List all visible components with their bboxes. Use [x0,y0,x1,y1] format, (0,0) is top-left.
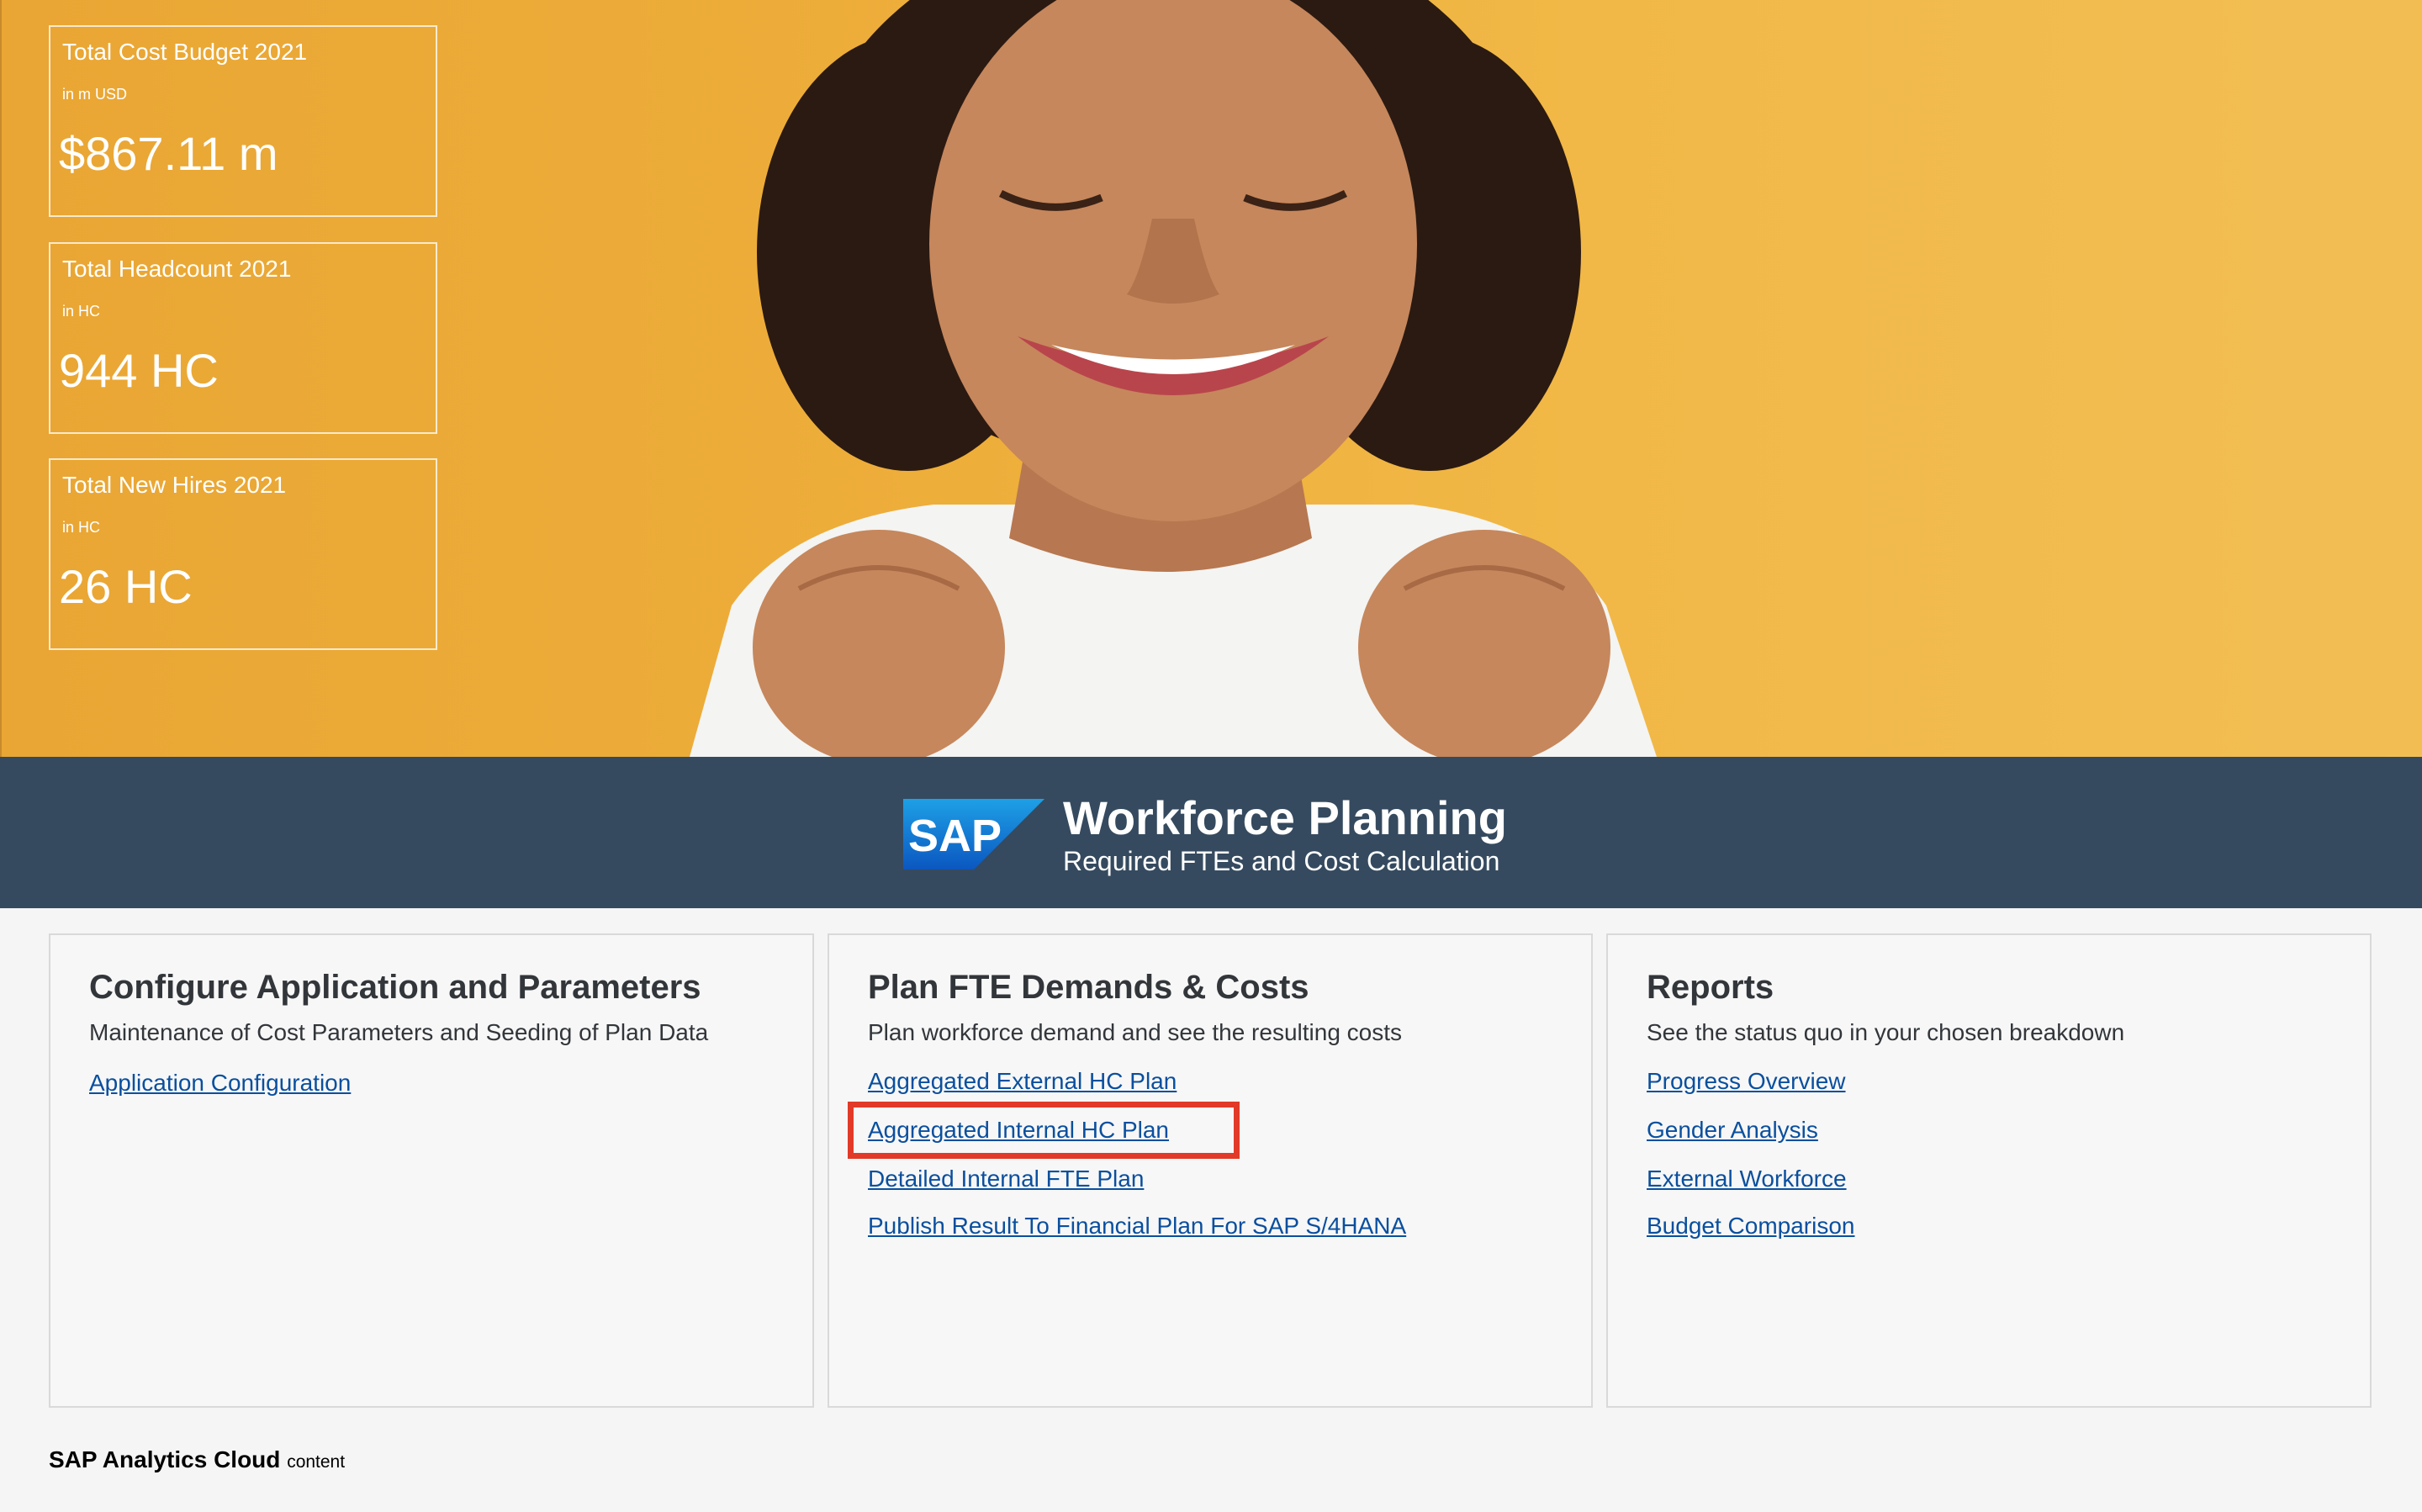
card-description: Maintenance of Cost Parameters and Seedi… [89,1019,709,1045]
link-gender-analysis[interactable]: Gender Analysis [1647,1117,1818,1144]
hero-section: Total Cost Budget 2021 in m USD $867.11 … [0,0,2422,757]
link-external-workforce[interactable]: External Workforce [1647,1166,1847,1192]
kpi-value: $867.11 m [59,127,278,180]
hero-edge [0,0,2,757]
kpi-total-cost-budget: Total Cost Budget 2021 in m USD $867.11 … [49,25,437,217]
kpi-title: Total New Hires 2021 [62,472,287,498]
card-plan-fte: Plan FTE Demands & Costs Plan workforce … [828,933,1593,1408]
link-aggregated-external-hc-plan[interactable]: Aggregated External HC Plan [868,1068,1177,1095]
highlight-annotation-box [848,1102,1240,1159]
card-description: Plan workforce demand and see the result… [868,1019,1403,1045]
footer-brand: SAP Analytics Cloud content [49,1446,345,1473]
link-application-configuration[interactable]: Application Configuration [89,1070,351,1097]
app-subtitle: Required FTEs and Cost Calculation [1063,846,1500,876]
link-progress-overview[interactable]: Progress Overview [1647,1068,1846,1095]
link-budget-comparison[interactable]: Budget Comparison [1647,1213,1854,1240]
card-configure: Configure Application and Parameters Mai… [49,933,814,1408]
footer-brand-suffix: content [287,1452,346,1472]
card-reports: Reports See the status quo in your chose… [1606,933,2372,1408]
card-title: Plan FTE Demands & Costs [868,969,1309,1006]
hero-person-image [690,0,1657,757]
link-detailed-internal-fte-plan[interactable]: Detailed Internal FTE Plan [868,1166,1144,1192]
kpi-title: Total Headcount 2021 [62,256,292,282]
kpi-value: 26 HC [59,560,193,613]
footer-brand-name: SAP Analytics Cloud [49,1446,281,1472]
sap-logo-text: SAP [908,811,1002,861]
sap-logo: SAP [903,799,1044,870]
app-title: Workforce Planning [1063,791,1507,844]
kpi-value: 944 HC [59,344,219,397]
kpi-total-headcount: Total Headcount 2021 in HC 944 HC [49,242,437,434]
card-title: Configure Application and Parameters [89,969,701,1006]
card-description: See the status quo in your chosen breakd… [1647,1019,2125,1045]
title-banner: SAP Workforce Planning Required FTEs and… [0,757,2422,908]
kpi-total-new-hires: Total New Hires 2021 in HC 26 HC [49,458,437,650]
kpi-unit: in HC [62,303,101,320]
kpi-unit: in HC [62,519,101,536]
link-publish-result-financial-plan[interactable]: Publish Result To Financial Plan For SAP… [868,1213,1406,1240]
card-title: Reports [1647,969,1774,1006]
kpi-unit: in m USD [62,86,128,103]
kpi-title: Total Cost Budget 2021 [62,39,308,65]
